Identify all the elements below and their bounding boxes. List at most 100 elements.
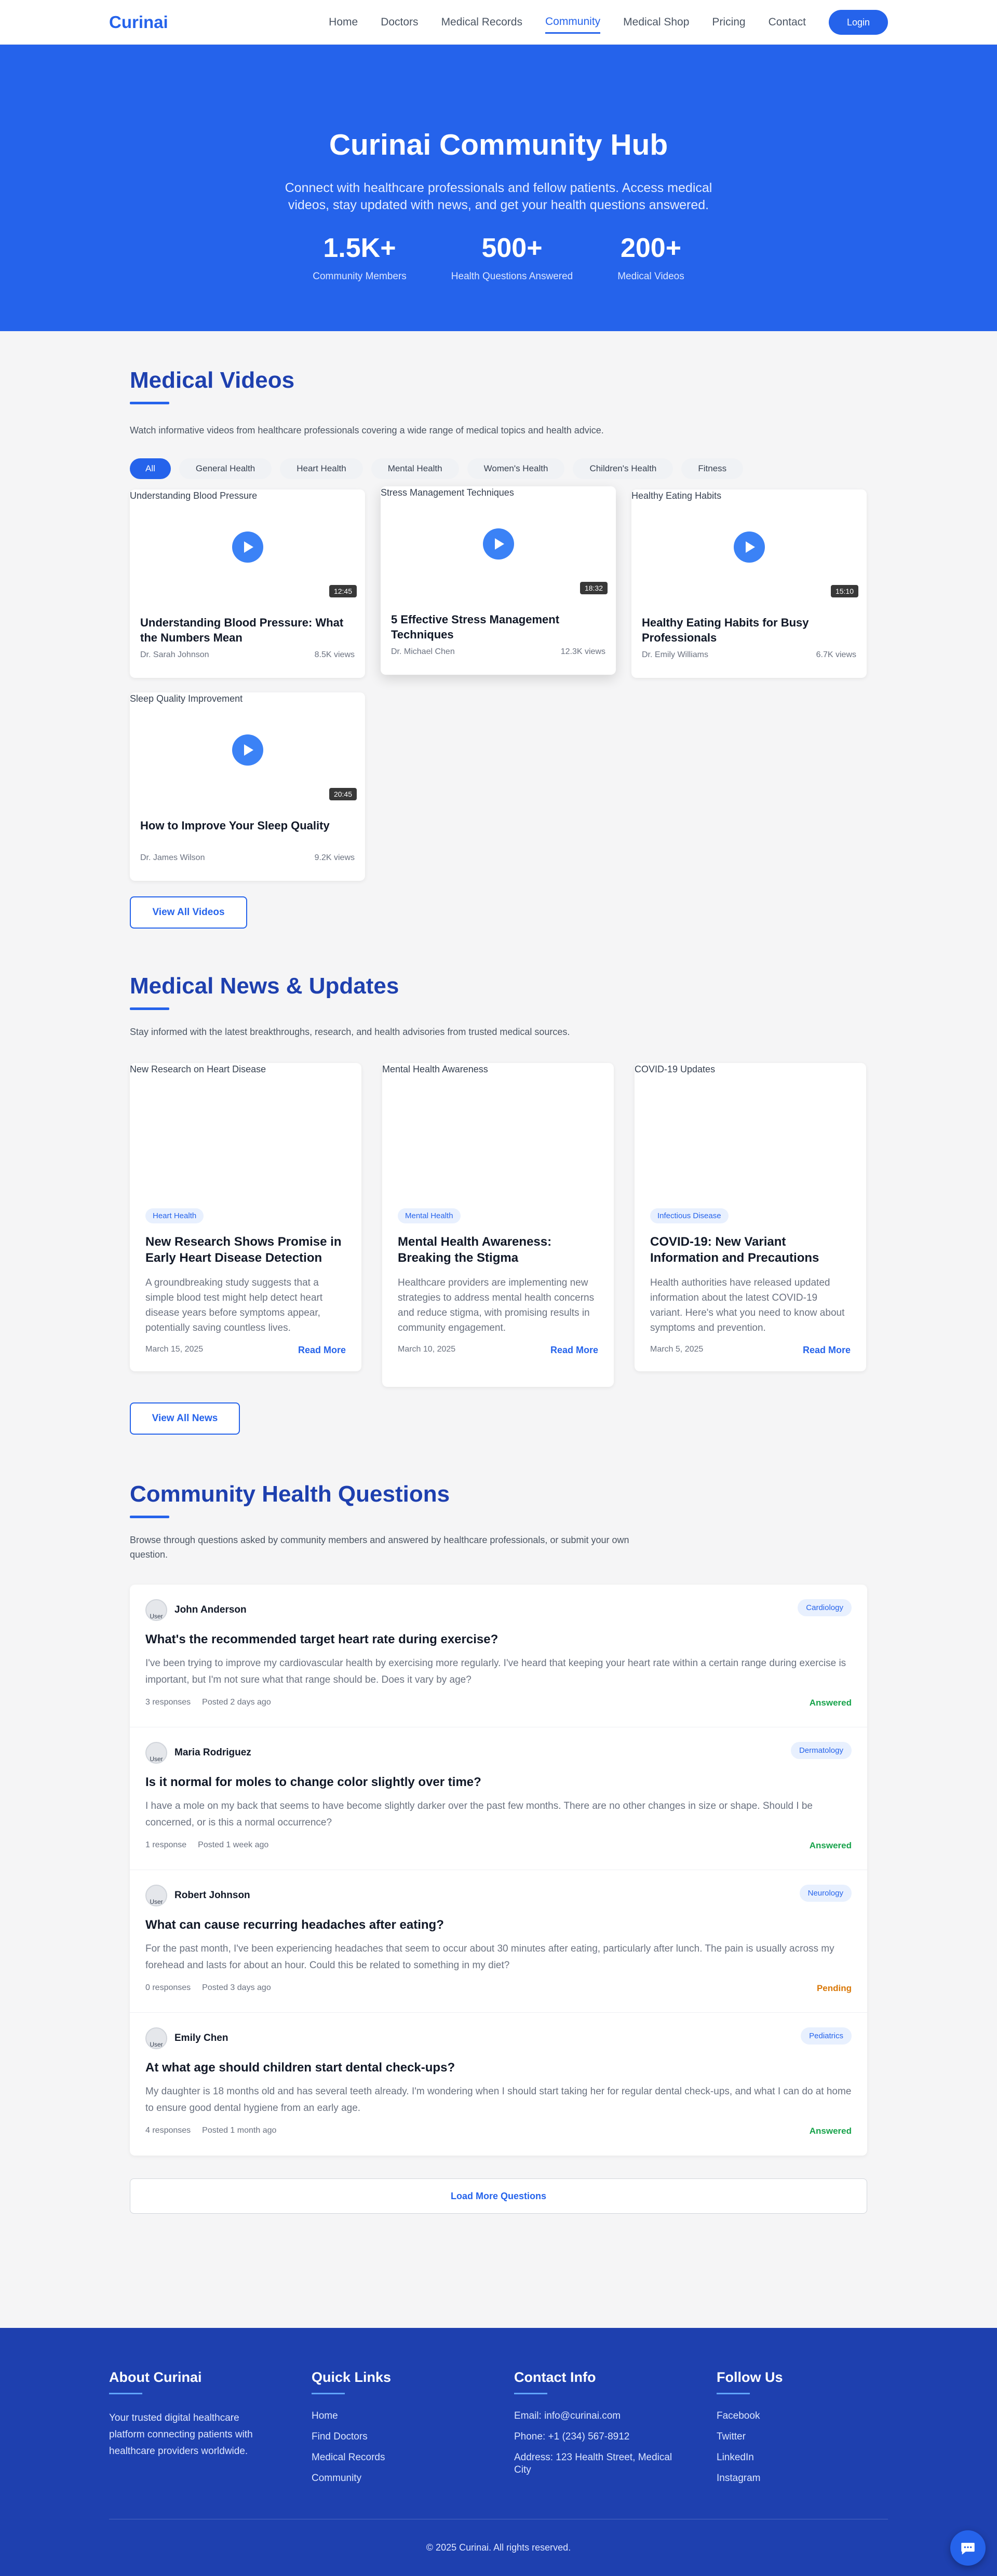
news-date: March 10, 2025 xyxy=(398,1345,456,1354)
video-title[interactable]: Healthy Eating Habits for Busy Professio… xyxy=(642,615,856,646)
filter-fitness[interactable]: Fitness xyxy=(681,458,744,479)
videos-title: Medical Videos xyxy=(130,367,295,393)
news-excerpt: Healthcare providers are implementing ne… xyxy=(398,1277,595,1333)
filter-general-health[interactable]: General Health xyxy=(179,458,272,479)
thumbnail-alt-text: Sleep Quality Improvement xyxy=(130,693,243,704)
question-item[interactable]: User Maria Rodriguez Dermatology Is it no… xyxy=(130,1727,867,1870)
posted-time: Posted 3 days ago xyxy=(202,1983,271,1992)
footer-heading: Contact Info xyxy=(514,2369,596,2385)
nav-link-medical-shop[interactable]: Medical Shop xyxy=(623,12,689,33)
question-title[interactable]: What's the recommended target heart rate… xyxy=(145,1632,852,1647)
heading-underline xyxy=(109,2393,142,2394)
category-badge: Dermatology xyxy=(790,1742,852,1759)
main-menu: Home Doctors Medical Records Community M… xyxy=(329,10,888,35)
social-link-linkedin[interactable]: LinkedIn xyxy=(717,2451,872,2464)
question-author: Emily Chen xyxy=(174,2033,228,2043)
video-thumbnail[interactable]: Healthy Eating Habits 15:10 xyxy=(631,489,867,605)
posted-time: Posted 2 days ago xyxy=(202,1698,271,1707)
video-card[interactable]: Stress Management Techniques 18:32 5 Eff… xyxy=(381,486,616,675)
nav-link-medical-records[interactable]: Medical Records xyxy=(441,12,522,33)
status-badge: Answered xyxy=(809,1698,852,1708)
read-more-link[interactable]: Read More xyxy=(803,1345,851,1356)
video-thumbnail[interactable]: Stress Management Techniques 18:32 xyxy=(381,486,616,602)
video-author: Dr. James Wilson xyxy=(140,853,205,862)
video-title[interactable]: How to Improve Your Sleep Quality xyxy=(140,818,355,849)
play-icon[interactable] xyxy=(482,528,514,560)
read-more-link[interactable]: Read More xyxy=(550,1345,598,1356)
view-all-news-button[interactable]: View All News xyxy=(130,1402,240,1435)
contact-email[interactable]: Email: info@curinai.com xyxy=(514,2410,680,2422)
news-image: New Research on Heart Disease xyxy=(130,1063,361,1208)
nav-link-home[interactable]: Home xyxy=(329,12,358,33)
video-author: Dr. Emily Williams xyxy=(642,650,708,659)
news-title[interactable]: COVID-19: New Variant Information and Pr… xyxy=(650,1234,851,1266)
social-link-instagram[interactable]: Instagram xyxy=(717,2472,872,2485)
social-link-facebook[interactable]: Facebook xyxy=(717,2410,872,2422)
video-card[interactable]: Healthy Eating Habits 15:10 Healthy Eati… xyxy=(631,489,867,678)
filter-mental-health[interactable]: Mental Health xyxy=(371,458,459,479)
video-thumbnail[interactable]: Sleep Quality Improvement 20:45 xyxy=(130,692,365,808)
image-alt-text: COVID-19 Updates xyxy=(635,1064,716,1074)
chat-bubble-icon[interactable] xyxy=(950,2530,986,2566)
questions-description: Browse through questions asked by commun… xyxy=(130,1535,629,1560)
footer-heading: Quick Links xyxy=(312,2369,392,2385)
play-icon[interactable] xyxy=(733,531,765,563)
play-icon[interactable] xyxy=(232,734,263,766)
news-tag: Infectious Disease xyxy=(650,1208,729,1223)
news-card[interactable]: COVID-19 Updates Infectious Disease COVI… xyxy=(635,1063,866,1371)
news-excerpt: Health authorities have released updated… xyxy=(650,1277,845,1333)
news-card[interactable]: New Research on Heart Disease Heart Heal… xyxy=(130,1063,361,1371)
video-title[interactable]: Understanding Blood Pressure: What the N… xyxy=(140,615,355,646)
posted-time: Posted 1 month ago xyxy=(202,2126,277,2135)
filter-womens-health[interactable]: Women's Health xyxy=(467,458,565,479)
video-card[interactable]: Sleep Quality Improvement 20:45 How to I… xyxy=(130,692,365,881)
category-badge: Neurology xyxy=(799,1885,852,1902)
question-title[interactable]: What can cause recurring headaches after… xyxy=(145,1918,852,1932)
footer-heading: Follow Us xyxy=(717,2369,783,2385)
video-filters: All General Health Heart Health Mental H… xyxy=(130,458,867,479)
response-count: 4 responses xyxy=(145,2126,191,2135)
news-title[interactable]: New Research Shows Promise in Early Hear… xyxy=(145,1234,346,1266)
nav-link-pricing[interactable]: Pricing xyxy=(712,12,745,33)
thumbnail-alt-text: Understanding Blood Pressure xyxy=(130,490,258,501)
question-author: Robert Johnson xyxy=(174,1890,250,1901)
hero-subtitle: Connect with healthcare professionals an… xyxy=(285,181,712,212)
avatar: User xyxy=(145,2027,167,2049)
nav-link-community[interactable]: Community xyxy=(545,11,601,34)
category-badge: Pediatrics xyxy=(801,2027,852,2045)
contact-phone[interactable]: Phone: +1 (234) 567-8912 xyxy=(514,2431,680,2443)
news-title[interactable]: Mental Health Awareness: Breaking the St… xyxy=(398,1234,598,1266)
video-thumbnail[interactable]: Understanding Blood Pressure 12:45 xyxy=(130,489,365,605)
footer-about: About Curinai Your trusted digital healt… xyxy=(109,2369,312,2493)
news-card[interactable]: Mental Health Awareness Mental Health Me… xyxy=(382,1063,614,1387)
nav-link-contact[interactable]: Contact xyxy=(769,12,806,33)
stat-medical-videos: 200+ Medical Videos xyxy=(617,233,684,282)
question-title[interactable]: Is it normal for moles to change color s… xyxy=(145,1775,852,1790)
load-more-questions-button[interactable]: Load More Questions xyxy=(130,2178,867,2214)
footer-link-community[interactable]: Community xyxy=(312,2472,514,2485)
view-all-videos-button[interactable]: View All Videos xyxy=(130,896,247,929)
video-card[interactable]: Understanding Blood Pressure 12:45 Under… xyxy=(130,489,365,678)
play-icon[interactable] xyxy=(232,531,263,563)
news-image: COVID-19 Updates xyxy=(635,1063,866,1208)
nav-link-doctors[interactable]: Doctors xyxy=(381,12,418,33)
social-link-twitter[interactable]: Twitter xyxy=(717,2431,872,2443)
filter-childrens-health[interactable]: Children's Health xyxy=(573,458,673,479)
question-item[interactable]: User Robert Johnson Neurology What can ca… xyxy=(130,1870,867,2013)
video-title[interactable]: 5 Effective Stress Management Techniques xyxy=(391,612,605,643)
filter-heart-health[interactable]: Heart Health xyxy=(280,458,363,479)
login-button[interactable]: Login xyxy=(829,10,888,35)
question-item[interactable]: User Emily Chen Pediatrics At what age sh… xyxy=(130,2013,867,2156)
filter-all[interactable]: All xyxy=(130,458,171,479)
status-badge: Pending xyxy=(816,1983,852,1993)
footer-link-medical-records[interactable]: Medical Records xyxy=(312,2451,514,2464)
footer-link-home[interactable]: Home xyxy=(312,2410,514,2422)
question-item[interactable]: User John Anderson Cardiology What's the … xyxy=(130,1585,867,1727)
logo[interactable]: Curinai xyxy=(109,12,168,32)
question-title[interactable]: At what age should children start dental… xyxy=(145,2061,852,2075)
read-more-link[interactable]: Read More xyxy=(298,1345,346,1356)
stat-label: Medical Videos xyxy=(617,271,684,282)
question-list: User John Anderson Cardiology What's the … xyxy=(130,1585,867,2156)
footer-link-find-doctors[interactable]: Find Doctors xyxy=(312,2431,514,2443)
news-title: Medical News & Updates xyxy=(130,973,399,999)
